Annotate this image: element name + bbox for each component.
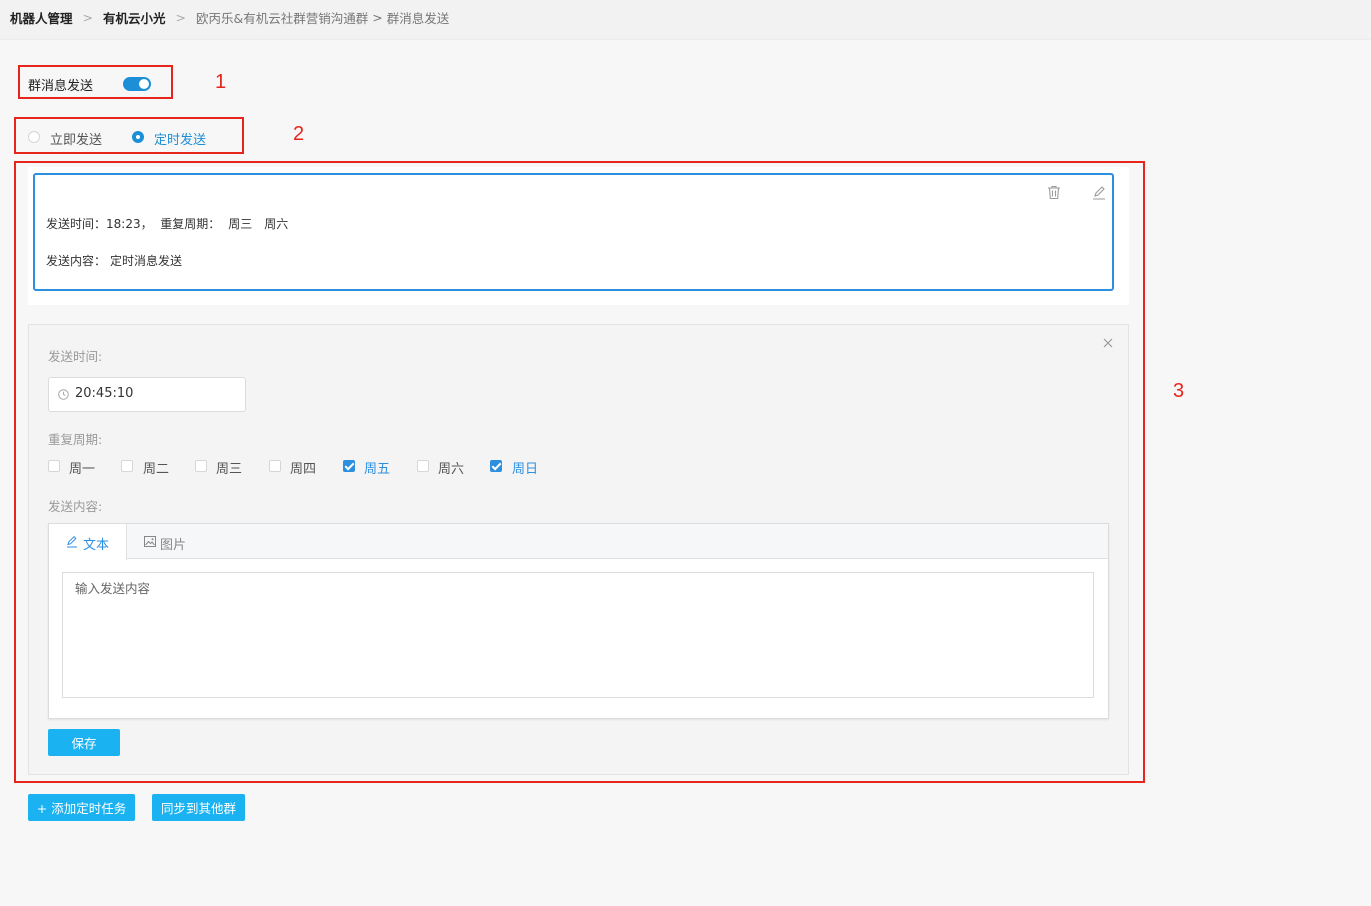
task-repeat-day: 周三 [228, 217, 253, 231]
checkbox-tuesday-label[interactable]: 周二 [143, 458, 169, 477]
clock-icon [58, 389, 69, 404]
radio-send-now[interactable] [28, 131, 40, 143]
breadcrumb-item-robot-management[interactable]: 机器人管理 [10, 8, 73, 27]
content-placeholder: 输入发送内容 [75, 581, 151, 596]
annotation-number-2: 2 [293, 123, 305, 145]
annotation-box-2 [14, 117, 244, 154]
group-message-toggle-label: 群消息发送 [28, 79, 94, 94]
checkbox-saturday[interactable] [417, 460, 429, 472]
task-schedule-line: 发送时间：18:23， 重复周期： 周三 周六 [46, 215, 288, 232]
task-repeat-day: 周六 [264, 217, 289, 231]
checkbox-wednesday[interactable] [195, 460, 207, 472]
task-time-label: 发送时间： [46, 217, 107, 231]
close-editor-button[interactable] [1103, 337, 1113, 352]
add-scheduled-task-button[interactable]: + 添加定时任务 [28, 794, 135, 821]
trash-icon [1048, 185, 1060, 200]
task-content-line: 发送内容： 定时消息发送 [46, 252, 182, 269]
image-icon [144, 536, 156, 551]
annotation-number-1: 1 [215, 71, 227, 93]
checkbox-sunday[interactable] [490, 460, 502, 472]
repeat-label: 重复周期: [48, 432, 103, 447]
radio-send-now-label[interactable]: 立即发送 [50, 129, 102, 148]
task-content-value: 定时消息发送 [110, 254, 183, 268]
checkbox-thursday[interactable] [269, 460, 281, 472]
sync-to-other-groups-button[interactable]: 同步到其他群 [152, 794, 245, 821]
toggle-knob [139, 79, 149, 89]
breadcrumb-item-group[interactable]: 欧丙乐&有机云社群营销沟通群 [196, 8, 368, 27]
breadcrumb-separator: > [175, 10, 186, 25]
radio-scheduled-send[interactable] [132, 131, 144, 143]
checkbox-saturday-label[interactable]: 周六 [438, 458, 464, 477]
annotation-number-3: 3 [1173, 380, 1185, 402]
checkbox-thursday-label[interactable]: 周四 [290, 458, 316, 477]
scheduled-task-card[interactable] [33, 173, 1114, 291]
close-icon [1103, 338, 1113, 348]
checkbox-tuesday[interactable] [121, 460, 133, 472]
task-content-label: 发送内容： [46, 254, 107, 268]
delete-task-button[interactable] [1047, 185, 1061, 204]
edit-task-button[interactable] [1092, 185, 1106, 204]
breadcrumb-separator: > [372, 10, 383, 25]
checkbox-friday-label[interactable]: 周五 [364, 458, 390, 477]
breadcrumb: 机器人管理 > 有机云小光 > 欧丙乐&有机云社群营销沟通群 > 群消息发送 [10, 8, 449, 27]
send-time-label: 发送时间: [48, 349, 103, 364]
content-tab-strip [49, 524, 1108, 559]
breadcrumb-item-robot[interactable]: 有机云小光 [103, 8, 166, 27]
content-textarea[interactable] [62, 572, 1094, 698]
breadcrumb-item-current: 群消息发送 [386, 11, 450, 26]
tab-image-label[interactable]: 图片 [160, 534, 186, 553]
pencil-icon [66, 535, 78, 552]
task-time-value: 18:23 [106, 217, 141, 231]
checkbox-friday[interactable] [343, 460, 355, 472]
save-button[interactable]: 保存 [48, 729, 120, 756]
send-time-value: 20:45:10 [75, 386, 134, 401]
checkbox-monday[interactable] [48, 460, 60, 472]
group-message-toggle[interactable] [123, 77, 151, 91]
task-repeat-label: ， 重复周期： [140, 217, 221, 231]
checkbox-sunday-label[interactable]: 周日 [512, 458, 538, 477]
breadcrumb-separator: > [82, 10, 93, 25]
radio-scheduled-send-label[interactable]: 定时发送 [154, 129, 206, 148]
content-label: 发送内容: [48, 499, 103, 514]
pencil-icon [1093, 186, 1105, 200]
checkbox-wednesday-label[interactable]: 周三 [216, 458, 242, 477]
checkbox-monday-label[interactable]: 周一 [69, 458, 95, 477]
tab-text-label[interactable]: 文本 [83, 534, 109, 553]
